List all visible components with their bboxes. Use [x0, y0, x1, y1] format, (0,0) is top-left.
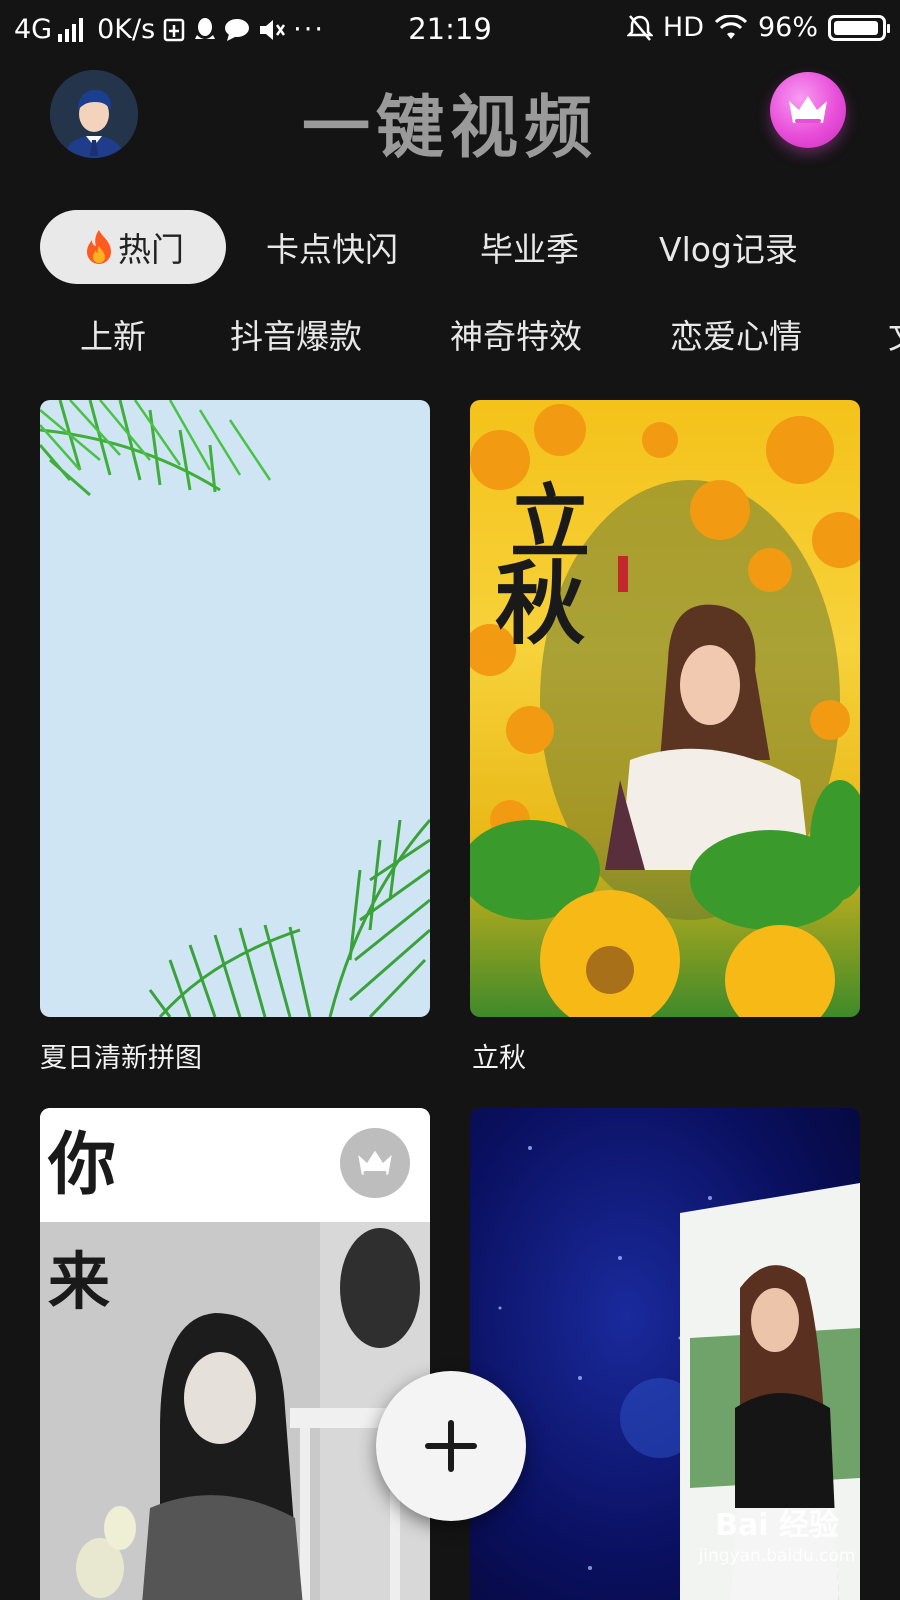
tab-vlog-label: Vlog记录 — [659, 230, 798, 269]
template-title-summer: 夏日清新拼图 — [40, 1043, 202, 1074]
tab-graduation-label: 毕业季 — [480, 230, 579, 269]
fire-icon — [87, 230, 111, 264]
palm-leaf-image — [40, 400, 430, 1017]
tab-hot-label: 热门 — [118, 230, 184, 269]
tab-beat-flash[interactable]: 卡点快闪 — [266, 210, 398, 284]
tab-graduation[interactable]: 毕业季 — [480, 210, 579, 284]
app-title: 一键视频 — [301, 89, 598, 168]
vip-crown-button[interactable] — [770, 72, 846, 148]
vip-overlay-text-2: 来 — [48, 1245, 110, 1318]
watermark-brand: Bai 经验 — [715, 1508, 839, 1543]
tab-new[interactable]: 上新 — [80, 310, 146, 358]
liqiu-poster-image: 立 秋 — [470, 404, 860, 1017]
hd-badge: HD — [662, 12, 704, 43]
tab-magic-effects[interactable]: 神奇特效 — [450, 310, 582, 358]
battery-fill — [834, 20, 879, 35]
crown-icon — [358, 1150, 392, 1175]
tab-more-cut[interactable]: 文 — [888, 310, 900, 358]
crown-icon — [789, 96, 827, 123]
status-bar: 4G 0K/s ··· 21:19 HD 96% — [0, 0, 900, 62]
baidu-jingyan-watermark: Bai 经验 jingyan.baidu.com — [692, 1500, 862, 1566]
vip-badge — [340, 1128, 410, 1198]
wifi-icon — [714, 14, 748, 39]
status-right: HD 96% — [626, 12, 890, 43]
tab-beat-flash-label: 卡点快闪 — [266, 230, 398, 269]
primary-tabs: 热门 卡点快闪 毕业季 Vlog记录 — [40, 210, 798, 284]
tab-douyin-hits[interactable]: 抖音爆款 — [230, 310, 362, 358]
battery-percent: 96% — [757, 12, 818, 43]
create-video-button[interactable] — [376, 1371, 526, 1521]
template-card-liqiu[interactable]: 立 秋 — [470, 400, 860, 1017]
plus-icon — [425, 1420, 477, 1472]
tab-vlog[interactable]: Vlog记录 — [659, 210, 798, 284]
battery-icon — [828, 14, 890, 41]
template-card-vip[interactable]: 你 来 — [40, 1108, 430, 1600]
watermark-url: jingyan.baidu.com — [698, 1546, 856, 1566]
secondary-tabs: 上新 抖音爆款 神奇特效 恋爱心情 文 — [0, 310, 900, 366]
template-card-summer[interactable] — [40, 400, 430, 1017]
tab-love-mood[interactable]: 恋爱心情 — [670, 310, 802, 358]
bell-off-icon — [626, 14, 653, 41]
liqiu-calligraphy-text-2: 秋 — [495, 551, 585, 657]
tab-hot[interactable]: 热门 — [40, 210, 226, 284]
vip-overlay-text-1: 你 — [47, 1125, 116, 1205]
template-title-liqiu: 立秋 — [472, 1043, 526, 1074]
